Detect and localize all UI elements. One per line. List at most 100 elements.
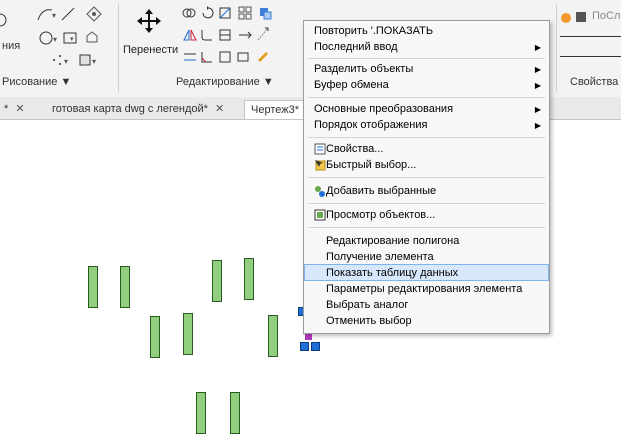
- copy-icon[interactable]: [182, 6, 196, 20]
- close-icon[interactable]: ✕: [15, 103, 24, 115]
- menu-separator: [308, 203, 545, 204]
- drawing-object[interactable]: [230, 392, 240, 434]
- drawing-object[interactable]: [183, 313, 193, 355]
- offset-icon[interactable]: [182, 50, 198, 64]
- svg-text:▾: ▾: [53, 35, 57, 44]
- tab-drawing3[interactable]: Чертеж3*: [244, 100, 306, 119]
- tab-label: готовая карта dwg с легендой*: [52, 103, 208, 115]
- menu-item-label: Выбрать аналог: [326, 299, 409, 311]
- menu-item-recent-input[interactable]: Последний ввод ▶: [304, 39, 549, 56]
- menu-separator: [308, 227, 545, 228]
- move-button-label[interactable]: Перенести: [123, 44, 178, 56]
- ellipse-icon[interactable]: ▾: [38, 30, 60, 46]
- lineweight-preview[interactable]: [560, 56, 621, 57]
- menu-item-clipboard[interactable]: Буфер обмена ▶: [304, 77, 549, 94]
- menu-item-object-viewer[interactable]: Просмотр объектов...: [304, 207, 549, 224]
- tab-label: *: [4, 103, 9, 115]
- group-draw-label[interactable]: Рисование ▼: [2, 76, 71, 88]
- submenu-arrow-icon: ▶: [534, 121, 541, 130]
- menu-item-quick-select[interactable]: Быстрый выбор...: [304, 157, 549, 174]
- scale-icon[interactable]: [256, 26, 270, 42]
- menu-item-repeat-show[interactable]: Повторить '.ПОКАЗАТЬ: [304, 23, 549, 40]
- menu-item-label: Отменить выбор: [326, 315, 412, 327]
- menu-item-label: Просмотр объектов...: [326, 209, 436, 221]
- move-icon[interactable]: [136, 8, 162, 34]
- mirror-icon[interactable]: [182, 28, 198, 42]
- submenu-arrow-icon: ▶: [534, 43, 541, 52]
- quick-select-icon: [315, 160, 326, 171]
- rotate-icon[interactable]: [200, 6, 214, 20]
- menu-item-label: Редактирование полигона: [326, 235, 460, 247]
- drawing-object[interactable]: [150, 316, 160, 358]
- explode-icon[interactable]: [218, 28, 232, 42]
- stretch-icon[interactable]: [238, 28, 252, 42]
- paste-icon[interactable]: [258, 6, 272, 20]
- grip-bottom-right[interactable]: [311, 342, 320, 351]
- drawing-object[interactable]: [268, 315, 278, 357]
- menu-item-label: Параметры редактирования элемента: [326, 283, 523, 295]
- linetype-preview[interactable]: [560, 36, 621, 37]
- ribbon-partial-label: ния: [2, 40, 21, 52]
- menu-item-show-data-table[interactable]: Показать таблицу данных: [304, 264, 549, 281]
- layer-swatch: [576, 12, 586, 22]
- menu-item-label: Повторить '.ПОКАЗАТЬ: [314, 25, 434, 37]
- circle-icon[interactable]: [0, 10, 10, 30]
- line-icon[interactable]: [60, 6, 78, 22]
- group-edit-label[interactable]: Редактирование ▼: [176, 76, 274, 88]
- erase-icon[interactable]: [256, 50, 270, 64]
- menu-item-label: Разделить объекты: [314, 63, 414, 75]
- drawing-object[interactable]: [88, 266, 98, 308]
- drawing-object[interactable]: [212, 260, 222, 302]
- menu-separator: [308, 177, 545, 178]
- menu-item-draw-order[interactable]: Порядок отображения ▶: [304, 117, 549, 134]
- menu-item-element-edit-options[interactable]: Параметры редактирования элемента: [304, 281, 549, 298]
- menu-item-select-similar[interactable]: Выбрать аналог: [304, 297, 549, 314]
- svg-text:▾: ▾: [64, 57, 68, 66]
- trim-icon[interactable]: [218, 6, 232, 20]
- submenu-arrow-icon: ▶: [534, 105, 541, 114]
- points-icon[interactable]: ▾: [50, 52, 74, 68]
- submenu-arrow-icon: ▶: [534, 81, 541, 90]
- context-menu: Повторить '.ПОКАЗАТЬ Последний ввод ▶ Раз…: [303, 20, 550, 334]
- polygon-icon[interactable]: [86, 6, 102, 22]
- menu-item-label: Добавить выбранные: [326, 185, 437, 197]
- tab-map-dwg[interactable]: готовая карта dwg с легендой* ✕: [52, 100, 224, 118]
- props-group-label: Свойства: [570, 76, 619, 88]
- drawing-object[interactable]: [196, 392, 206, 434]
- menu-item-isolate[interactable]: Разделить объекты ▶: [304, 61, 549, 78]
- menu-item-label: Свойства...: [326, 143, 384, 155]
- menu-separator: [308, 137, 545, 138]
- menu-item-label: Основные преобразования: [314, 103, 454, 115]
- arc-icon[interactable]: ▾: [36, 6, 56, 22]
- cloud-icon[interactable]: [84, 30, 102, 46]
- fillet-icon[interactable]: [200, 28, 214, 42]
- grip-bottom-left[interactable]: [300, 342, 309, 351]
- break-icon[interactable]: [218, 50, 232, 64]
- layer-color-icon[interactable]: [560, 12, 572, 24]
- submenu-arrow-icon: ▶: [534, 65, 541, 74]
- menu-item-add-selected[interactable]: Добавить выбранные: [304, 183, 549, 200]
- chamfer-icon[interactable]: [200, 50, 214, 64]
- drawing-object[interactable]: [244, 258, 254, 300]
- menu-item-deselect[interactable]: Отменить выбор: [304, 313, 549, 330]
- properties-icon: [314, 143, 326, 155]
- menu-item-properties[interactable]: Свойства...: [304, 141, 549, 158]
- menu-item-label: Порядок отображения: [314, 119, 428, 131]
- tab-previous[interactable]: * ✕: [4, 100, 25, 118]
- drawing-object[interactable]: [120, 266, 130, 308]
- layer-dropdown[interactable]: ПоСло: [592, 10, 621, 22]
- menu-item-polygon-edit[interactable]: Редактирование полигона: [304, 233, 549, 250]
- rectangle-icon[interactable]: ▾: [62, 30, 80, 46]
- svg-text:▾: ▾: [70, 36, 74, 43]
- menu-separator: [308, 97, 545, 98]
- join-icon[interactable]: [236, 50, 250, 64]
- selected-object[interactable]: [305, 333, 312, 340]
- menu-item-basic-modify[interactable]: Основные преобразования ▶: [304, 101, 549, 118]
- tab-label: Чертеж3*: [251, 104, 299, 116]
- hatch-icon[interactable]: ▾: [78, 52, 102, 68]
- add-selected-icon: [315, 186, 325, 197]
- menu-item-label: Буфер обмена: [314, 79, 389, 91]
- array-icon[interactable]: [238, 6, 252, 20]
- close-icon[interactable]: ✕: [215, 103, 224, 115]
- menu-item-label: Показать таблицу данных: [326, 267, 459, 279]
